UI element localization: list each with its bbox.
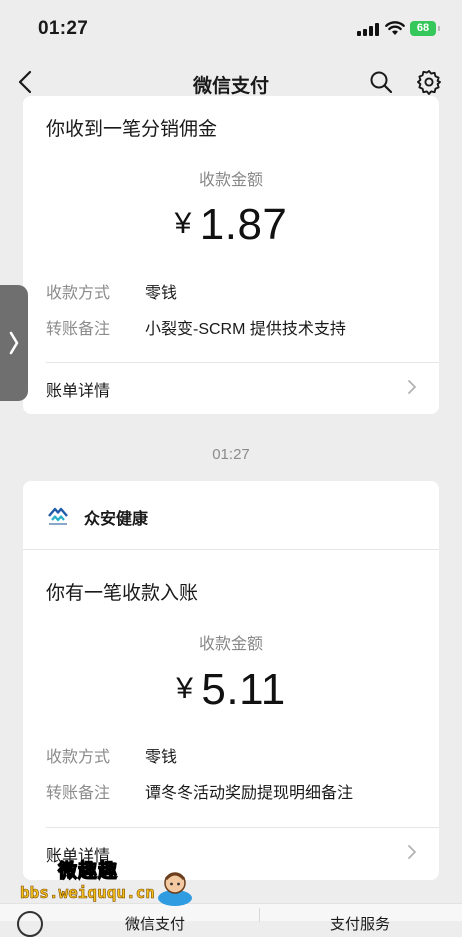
watermark-url: bbs.weiququ.cn (20, 883, 155, 903)
amount-number: 1.87 (199, 200, 288, 249)
payment-method-label: 收款方式 (46, 749, 111, 766)
chevron-right-icon (408, 845, 416, 859)
currency-symbol: ¥ (176, 672, 194, 705)
amount-number: 5.11 (201, 665, 286, 714)
wifi-icon (385, 21, 405, 35)
payment-method-value: 零钱 (145, 285, 178, 302)
chevron-right-icon (9, 331, 19, 355)
divider (23, 549, 439, 550)
amount-value: ¥5.11 (23, 665, 439, 715)
bottom-menu-payment[interactable]: 微信支付 (125, 913, 185, 934)
amount-label: 收款金额 (198, 172, 263, 189)
merchant-name[interactable]: 众安健康 (84, 505, 148, 529)
watermark-text: 微趣趣 (57, 860, 119, 882)
message-timestamp: 01:27 (212, 446, 250, 463)
transfer-note-label: 转账备注 (46, 321, 111, 338)
currency-symbol: ¥ (174, 207, 192, 240)
transfer-note-value: 小裂变-SCRM 提供技术支持 (145, 321, 346, 338)
bill-details-label: 账单详情 (46, 383, 111, 400)
amount-label: 收款金额 (198, 636, 263, 653)
payment-method-value: 零钱 (145, 749, 178, 766)
payment-method-label: 收款方式 (46, 285, 111, 302)
bottom-menu-services[interactable]: 支付服务 (330, 913, 390, 934)
floating-side-handle[interactable] (0, 285, 28, 401)
battery-icon: 68 (410, 21, 440, 36)
watermark-mascot-icon (158, 872, 192, 906)
chevron-right-icon (408, 380, 416, 394)
transfer-note-label: 转账备注 (46, 785, 111, 802)
bill-details-link[interactable]: 账单详情 (23, 362, 439, 414)
zhongan-logo-icon (48, 507, 68, 525)
payment-card-commission: 你收到一笔分销佣金 收款金额 ¥1.87 收款方式 零钱 转账备注 小裂变-SC… (23, 96, 439, 414)
payment-card-received: 众安健康 你有一笔收款入账 收款金额 ¥5.11 收款方式 零钱 转账备注 谭冬… (23, 481, 439, 880)
watermark: 微趣趣 bbs.weiququ.cn (0, 836, 210, 912)
cellular-signal-icon (357, 23, 379, 36)
status-time: 01:27 (38, 18, 89, 39)
keyboard-toggle-icon[interactable] (17, 911, 43, 937)
amount-value: ¥1.87 (23, 200, 439, 250)
transfer-note-value: 谭冬冬活动奖励提现明细备注 (145, 785, 354, 802)
status-bar: 01:27 68 (0, 0, 462, 58)
card-title: 你有一笔收款入账 (46, 583, 199, 604)
gear-icon[interactable] (416, 69, 442, 95)
search-icon[interactable] (369, 70, 393, 94)
card-title: 你收到一笔分销佣金 (46, 119, 218, 140)
